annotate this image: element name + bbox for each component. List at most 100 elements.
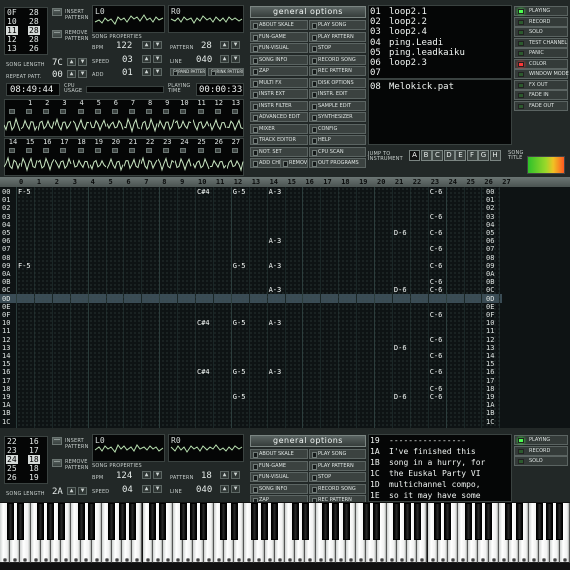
pattern-note[interactable]: C-6 — [430, 245, 443, 253]
piano-black-key[interactable] — [332, 503, 340, 540]
track-header-number[interactable]: 11 — [216, 178, 224, 186]
track-header-number[interactable]: 19 — [359, 178, 367, 186]
general-option-left[interactable]: TRACK EDITOR — [250, 135, 308, 145]
right-panel-button[interactable]: TEST CHANNEL — [514, 37, 568, 48]
track-scope-button[interactable] — [111, 148, 118, 153]
track-header-number[interactable]: 25 — [467, 178, 475, 186]
pattern-order-pos[interactable]: 23 — [6, 446, 18, 455]
piano-black-key[interactable] — [444, 503, 452, 540]
pattern-note[interactable]: A-3 — [269, 286, 282, 294]
track-header-number[interactable]: 7 — [144, 178, 148, 186]
piano-black-key[interactable] — [464, 503, 472, 540]
pattern-note[interactable]: F-5 — [18, 188, 31, 196]
track-scope-button[interactable] — [231, 148, 238, 153]
instrument-bank-button[interactable]: B — [420, 150, 432, 161]
general-option-left[interactable]: FUN-GAME — [250, 31, 308, 42]
track-header-number[interactable]: 10 — [198, 178, 206, 186]
pattern-note[interactable]: G-5 — [233, 188, 246, 196]
piano-black-key[interactable] — [342, 503, 350, 540]
speed-up[interactable]: ▲ — [142, 55, 151, 63]
track-scope-button[interactable] — [180, 109, 187, 114]
bottom-pattern-down[interactable]: ▼ — [231, 471, 240, 479]
right-panel-button[interactable]: PLAYING — [514, 6, 568, 16]
track-scope-button[interactable] — [163, 148, 170, 153]
pattern-note[interactable]: C-6 — [430, 368, 443, 376]
instrument-name[interactable]: loop2.2 — [389, 17, 427, 27]
piano-black-key[interactable] — [556, 503, 564, 540]
track-header-number[interactable]: 8 — [162, 178, 166, 186]
pattern-order-pat[interactable]: 18 — [28, 455, 40, 464]
comment-line-text[interactable]: the Euskal Party VI — [389, 469, 481, 478]
song-length-up[interactable]: ▲ — [67, 58, 76, 66]
piano-black-key[interactable] — [77, 503, 85, 540]
bpm-down[interactable]: ▼ — [153, 41, 162, 49]
comment-line-text[interactable]: so it may have some — [389, 491, 481, 500]
pattern-order-pos[interactable]: 24 — [6, 455, 18, 464]
bottom-song-length-up[interactable]: ▲ — [67, 487, 76, 495]
piano-keyboard[interactable] — [0, 502, 570, 570]
pattern-order-pos[interactable]: 25 — [6, 464, 18, 473]
pattern-note[interactable]: G-5 — [233, 319, 246, 327]
general-option-left[interactable]: MULTI FX — [250, 77, 308, 88]
pattern-note[interactable]: C-6 — [430, 262, 443, 270]
piano-black-key[interactable] — [88, 503, 96, 540]
piano-black-key[interactable] — [515, 503, 523, 540]
repeat-patt-down[interactable]: ▼ — [78, 70, 87, 78]
instrument-bank-button[interactable]: F — [466, 150, 478, 161]
general-option-left[interactable]: SONG INFO — [250, 54, 308, 65]
track-header-number[interactable]: 6 — [126, 178, 130, 186]
right-panel-button[interactable]: SOLO — [514, 456, 568, 466]
right-panel-button[interactable]: PLAYING — [514, 435, 568, 445]
general-option-right[interactable]: OUT PROGRAMS — [309, 158, 366, 168]
piano-black-key[interactable] — [434, 503, 442, 540]
pattern-editor[interactable]: 0 1 2 3 4 5 6 7 8 9 10 11 12 13 14 15 16 17 18 19 20 21 22 23 24… — [0, 177, 570, 428]
track-scope-button[interactable] — [60, 148, 67, 153]
pattern-order-pat[interactable]: 28 — [28, 17, 40, 26]
piano-black-key[interactable] — [362, 503, 370, 540]
speed-down[interactable]: ▼ — [153, 55, 162, 63]
track-header-number[interactable]: 14 — [270, 178, 278, 186]
piano-black-key[interactable] — [546, 503, 554, 540]
track-header-number[interactable]: 17 — [323, 178, 331, 186]
bottom-pattern-up[interactable]: ▲ — [220, 471, 229, 479]
track-header-number[interactable]: 4 — [91, 178, 95, 186]
piano-black-key[interactable] — [322, 503, 330, 540]
general-option-right[interactable]: PLAY SONG — [309, 449, 366, 459]
piano-black-key[interactable] — [261, 503, 269, 540]
piano-black-key[interactable] — [301, 503, 309, 540]
general-option-right[interactable]: CONFIG — [309, 123, 366, 134]
track-scope-button[interactable] — [146, 109, 153, 114]
pattern-order-pos[interactable]: 0F — [6, 8, 18, 17]
pattern-down[interactable]: ▼ — [231, 41, 240, 49]
pattern-order-pos[interactable]: 10 — [6, 17, 18, 26]
piano-black-key[interactable] — [200, 503, 208, 540]
pattern-note[interactable]: G-5 — [233, 262, 246, 270]
track-scope-button[interactable] — [214, 148, 221, 153]
instrument-bank-button[interactable]: H — [489, 150, 501, 161]
pattern-note[interactable]: G-5 — [233, 368, 246, 376]
track-scope-button[interactable] — [77, 148, 84, 153]
track-header-number[interactable]: 3 — [73, 178, 77, 186]
right-panel-button[interactable]: RECORD — [514, 445, 568, 456]
track-scope-button[interactable] — [146, 148, 153, 153]
track-header-number[interactable]: 1 — [37, 178, 41, 186]
piano-black-key[interactable] — [108, 503, 116, 540]
right-panel-button[interactable]: FADE OUT — [514, 100, 568, 111]
general-option-left[interactable]: ZAP — [250, 66, 308, 76]
pattern-order-pat[interactable]: 28 — [28, 8, 40, 17]
piano-black-key[interactable] — [179, 503, 187, 540]
pattern-note[interactable]: C-6 — [430, 352, 443, 360]
right-panel-button[interactable]: FX OUT — [514, 79, 568, 90]
track-header-number[interactable]: 9 — [180, 178, 184, 186]
piano-black-key[interactable] — [250, 503, 258, 540]
instrument-bank-button[interactable]: D — [443, 150, 455, 161]
general-option-left[interactable]: ABOUT SKALE — [250, 449, 308, 459]
track-header-number[interactable]: 21 — [395, 178, 403, 186]
bottom-remove-pattern-button[interactable] — [52, 459, 62, 467]
track-scope-button[interactable] — [197, 148, 204, 153]
pattern-note[interactable]: C-6 — [430, 229, 443, 237]
pattern-note[interactable]: C#4 — [197, 319, 210, 327]
pattern-up[interactable]: ▲ — [220, 41, 229, 49]
pattern-note[interactable]: C-6 — [430, 311, 443, 319]
general-option-left[interactable]: INSTR FILTER — [250, 100, 308, 111]
